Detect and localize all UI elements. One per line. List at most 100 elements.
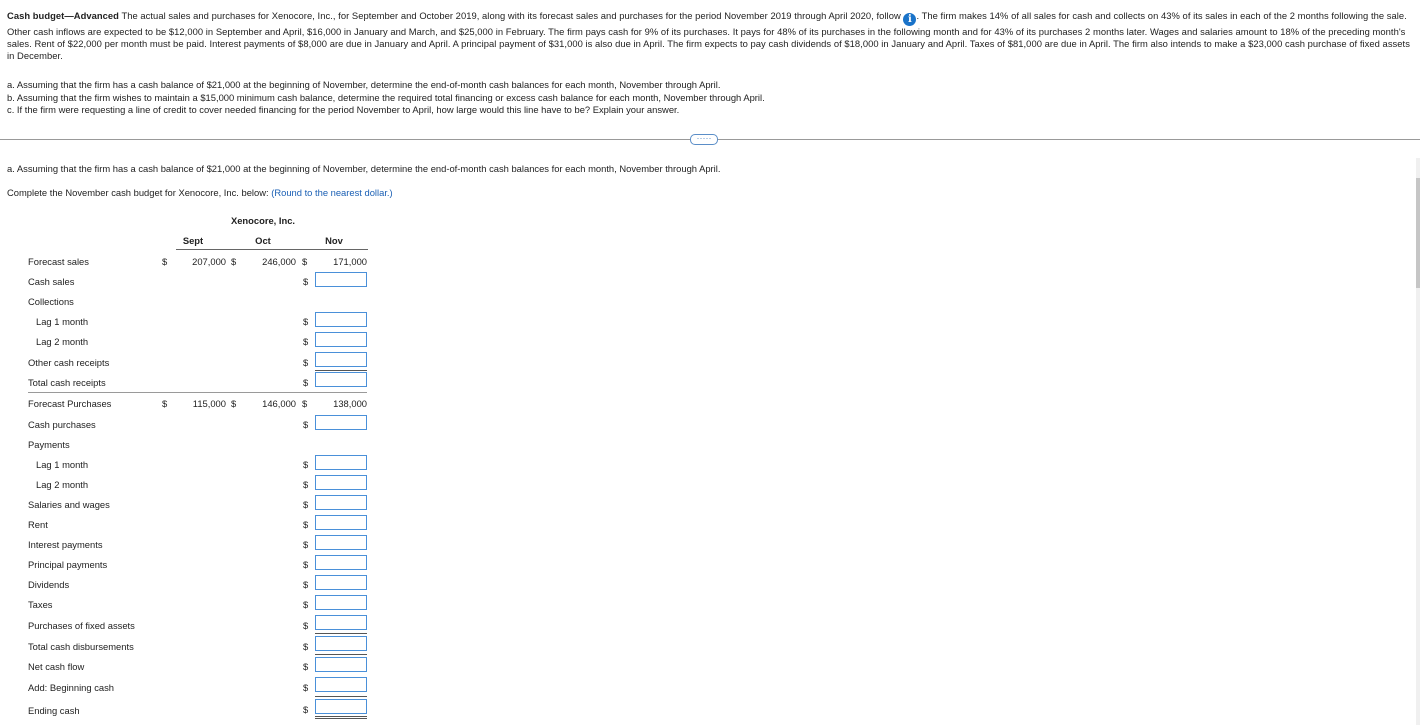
question-a: a. Assuming that the firm has a cash bal… [7, 163, 721, 174]
collections-lag2-input[interactable] [315, 332, 367, 347]
subtotal-rule [315, 370, 367, 371]
subtotal-rule [315, 633, 367, 634]
currency-sign: $ [303, 499, 309, 510]
taxes-input[interactable] [315, 595, 367, 610]
currency-sign: $ [303, 641, 309, 652]
principal-input[interactable] [315, 555, 367, 570]
cash-purchases-input[interactable] [315, 415, 367, 430]
currency-sign: $ [231, 398, 237, 409]
collections-lag1-input[interactable] [315, 312, 367, 327]
ending-cash-input[interactable] [315, 699, 367, 714]
currency-sign: $ [303, 377, 309, 388]
scrollbar-thumb[interactable] [1416, 178, 1420, 288]
forecast-sales-sept: 207,000 [192, 256, 226, 267]
taxes-label: Taxes [28, 599, 53, 610]
currency-sign: $ [303, 620, 309, 631]
currency-sign: $ [303, 661, 309, 672]
total-disbursements-label: Total cash disbursements [28, 641, 134, 652]
net-cash-flow-input[interactable] [315, 657, 367, 672]
payments-label: Payments [28, 439, 70, 450]
currency-sign: $ [303, 336, 309, 347]
payments-lag2-label: Lag 2 month [36, 479, 89, 490]
part-c-text: c. If the firm were requesting a line of… [7, 104, 680, 115]
section-rule [28, 392, 367, 393]
subtotal-rule [315, 654, 367, 655]
currency-sign: $ [303, 357, 309, 368]
beginning-cash-label: Add: Beginning cash [28, 682, 115, 693]
double-rule [315, 718, 367, 719]
currency-sign: $ [303, 419, 309, 430]
total-receipts-label: Total cash receipts [28, 377, 106, 388]
currency-sign: $ [303, 519, 309, 530]
problem-text-part1: The actual sales and purchases for Xenoc… [118, 10, 904, 21]
part-a-text: a. Assuming that the firm has a cash bal… [7, 79, 721, 90]
column-header-oct: Oct [255, 235, 271, 246]
problem-parts: a. Assuming that the firm has a cash bal… [7, 79, 1007, 117]
collections-lag1-label: Lag 1 month [36, 316, 89, 327]
total-disbursements-input[interactable] [315, 636, 367, 651]
problem-title: Cash budget—Advanced [7, 10, 119, 21]
salaries-label: Salaries and wages [28, 499, 110, 510]
info-icon[interactable]: i [903, 13, 917, 26]
payments-lag1-input[interactable] [315, 455, 367, 470]
rent-input[interactable] [315, 515, 367, 530]
instruction-text: Complete the November cash budget for Xe… [7, 187, 272, 198]
scrollbar[interactable] [1416, 158, 1420, 725]
rounding-hint: (Round to the nearest dollar.) [271, 187, 393, 198]
dividends-input[interactable] [315, 575, 367, 590]
principal-label: Principal payments [28, 559, 108, 570]
company-name: Xenocore, Inc. [230, 215, 296, 226]
cash-purchases-label: Cash purchases [28, 419, 96, 430]
payments-lag1-label: Lag 1 month [36, 459, 89, 470]
cash-sales-input[interactable] [315, 272, 367, 287]
rent-label: Rent [28, 519, 48, 530]
forecast-purchases-sept: 115,000 [192, 398, 226, 409]
currency-sign: $ [303, 479, 309, 490]
beginning-cash-input[interactable] [315, 677, 367, 692]
part-b-text: b. Assuming that the firm wishes to main… [7, 91, 765, 103]
forecast-purchases-oct: 146,000 [262, 398, 296, 409]
currency-sign: $ [303, 459, 309, 470]
currency-sign: $ [303, 316, 309, 327]
cash-sales-label: Cash sales [28, 276, 75, 287]
currency-sign: $ [303, 579, 309, 590]
column-header-sept: Sept [182, 235, 204, 246]
instruction: Complete the November cash budget for Xe… [7, 187, 393, 198]
header-rule [176, 249, 368, 250]
currency-sign: $ [231, 256, 237, 267]
fixed-assets-label: Purchases of fixed assets [28, 620, 135, 631]
currency-sign: $ [162, 256, 168, 267]
total-receipts-input[interactable] [315, 372, 367, 387]
collections-lag2-label: Lag 2 month [36, 336, 89, 347]
forecast-sales-oct: 246,000 [262, 256, 296, 267]
forecast-sales-nov: 171,000 [333, 256, 367, 267]
interest-input[interactable] [315, 535, 367, 550]
collections-label: Collections [28, 296, 74, 307]
forecast-purchases-label: Forecast Purchases [28, 398, 112, 409]
currency-sign: $ [302, 256, 308, 267]
divider-expand-handle[interactable]: ····· [690, 134, 718, 145]
problem-statement: Cash budget—Advanced The actual sales an… [7, 10, 1412, 62]
other-receipts-label: Other cash receipts [28, 357, 110, 368]
double-rule [315, 716, 367, 717]
subtotal-rule [315, 696, 367, 697]
currency-sign: $ [303, 539, 309, 550]
salaries-input[interactable] [315, 495, 367, 510]
forecast-purchases-nov: 138,000 [333, 398, 367, 409]
column-header-nov: Nov [325, 235, 343, 246]
currency-sign: $ [303, 704, 309, 715]
currency-sign: $ [303, 682, 309, 693]
dividends-label: Dividends [28, 579, 70, 590]
other-receipts-input[interactable] [315, 352, 367, 367]
net-cash-flow-label: Net cash flow [28, 661, 85, 672]
interest-label: Interest payments [28, 539, 103, 550]
currency-sign: $ [303, 599, 309, 610]
forecast-sales-label: Forecast sales [28, 256, 89, 267]
currency-sign: $ [303, 559, 309, 570]
ending-cash-label: Ending cash [28, 705, 80, 716]
currency-sign: $ [303, 276, 309, 287]
currency-sign: $ [162, 398, 168, 409]
payments-lag2-input[interactable] [315, 475, 367, 490]
fixed-assets-input[interactable] [315, 615, 367, 630]
currency-sign: $ [302, 398, 308, 409]
